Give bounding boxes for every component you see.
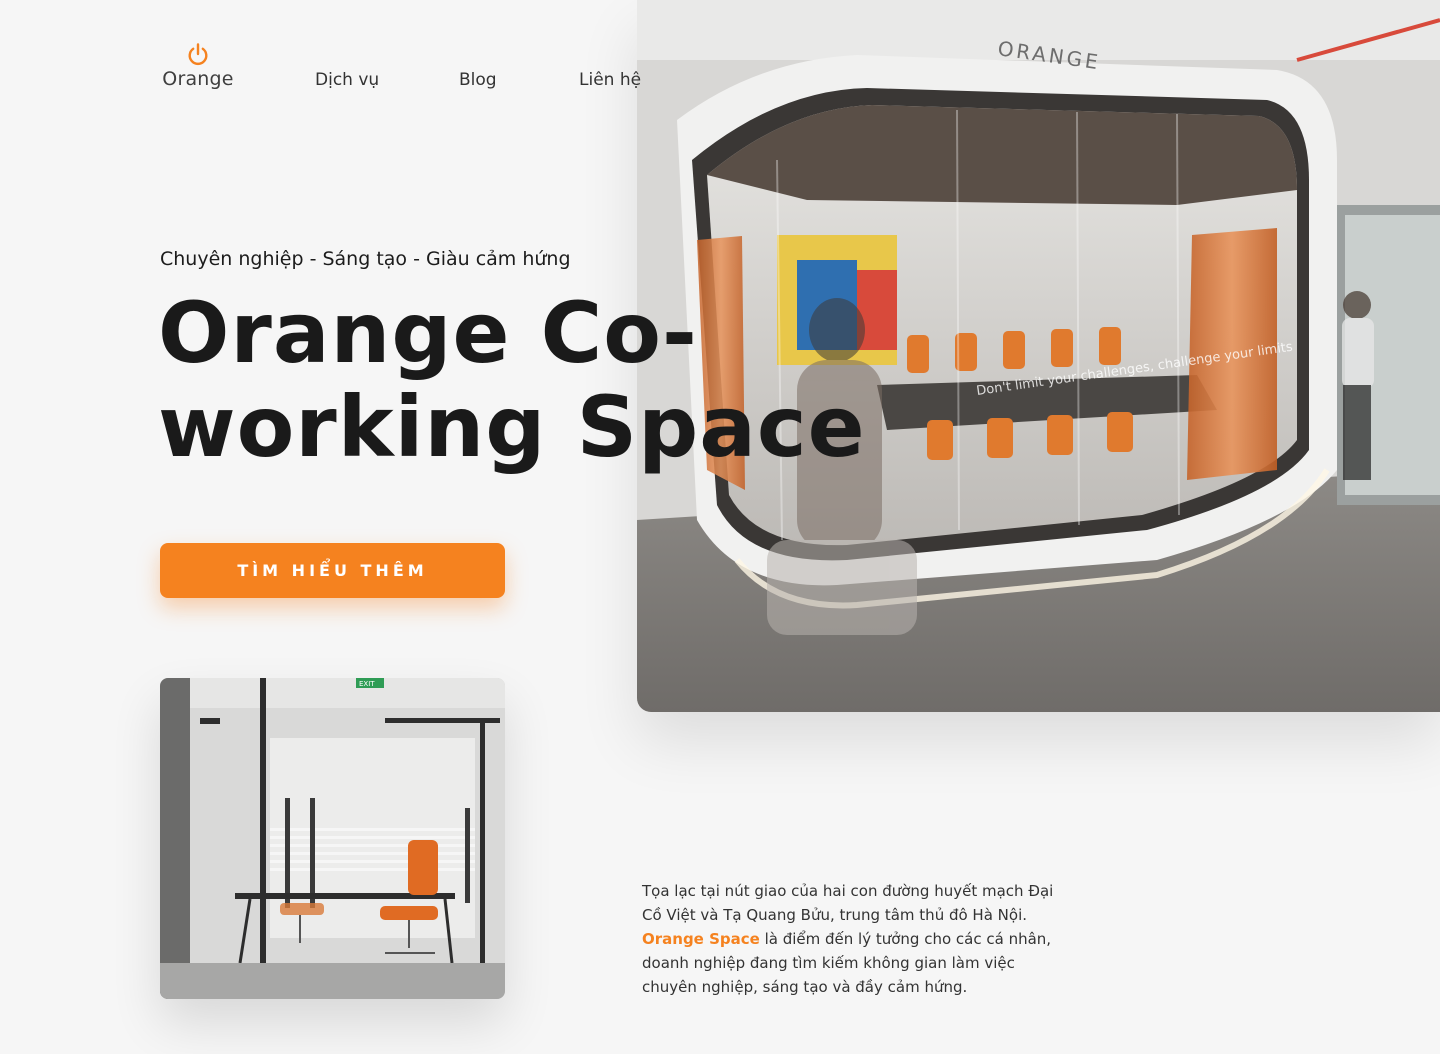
office-photo: EXIT	[160, 678, 505, 999]
hero-title: Orange Co- working Space	[158, 286, 866, 474]
exit-sign-text: EXIT	[359, 680, 375, 688]
hero-tagline: Chuyên nghiệp - Sáng tạo - Giàu cảm hứng	[160, 248, 571, 270]
hero-title-line-1: Orange Co-	[158, 284, 698, 382]
nav-link-contact[interactable]: Liên hệ	[579, 69, 641, 91]
description-brand-highlight: Orange Space	[642, 930, 760, 948]
power-icon	[188, 43, 208, 66]
brand-name: Orange	[162, 68, 234, 90]
description-text-before: Tọa lạc tại nút giao của hai con đường h…	[642, 882, 1054, 924]
learn-more-button[interactable]: TÌM HIỂU THÊM	[160, 543, 505, 598]
hero-title-line-2: working Space	[158, 378, 866, 476]
brand-logo[interactable]: Orange	[160, 42, 236, 90]
nav-link-services[interactable]: Dịch vụ	[315, 69, 379, 91]
office-illustration: EXIT	[160, 678, 505, 999]
description-paragraph: Tọa lạc tại nút giao của hai con đường h…	[642, 879, 1072, 999]
nav-link-blog[interactable]: Blog	[459, 69, 497, 91]
